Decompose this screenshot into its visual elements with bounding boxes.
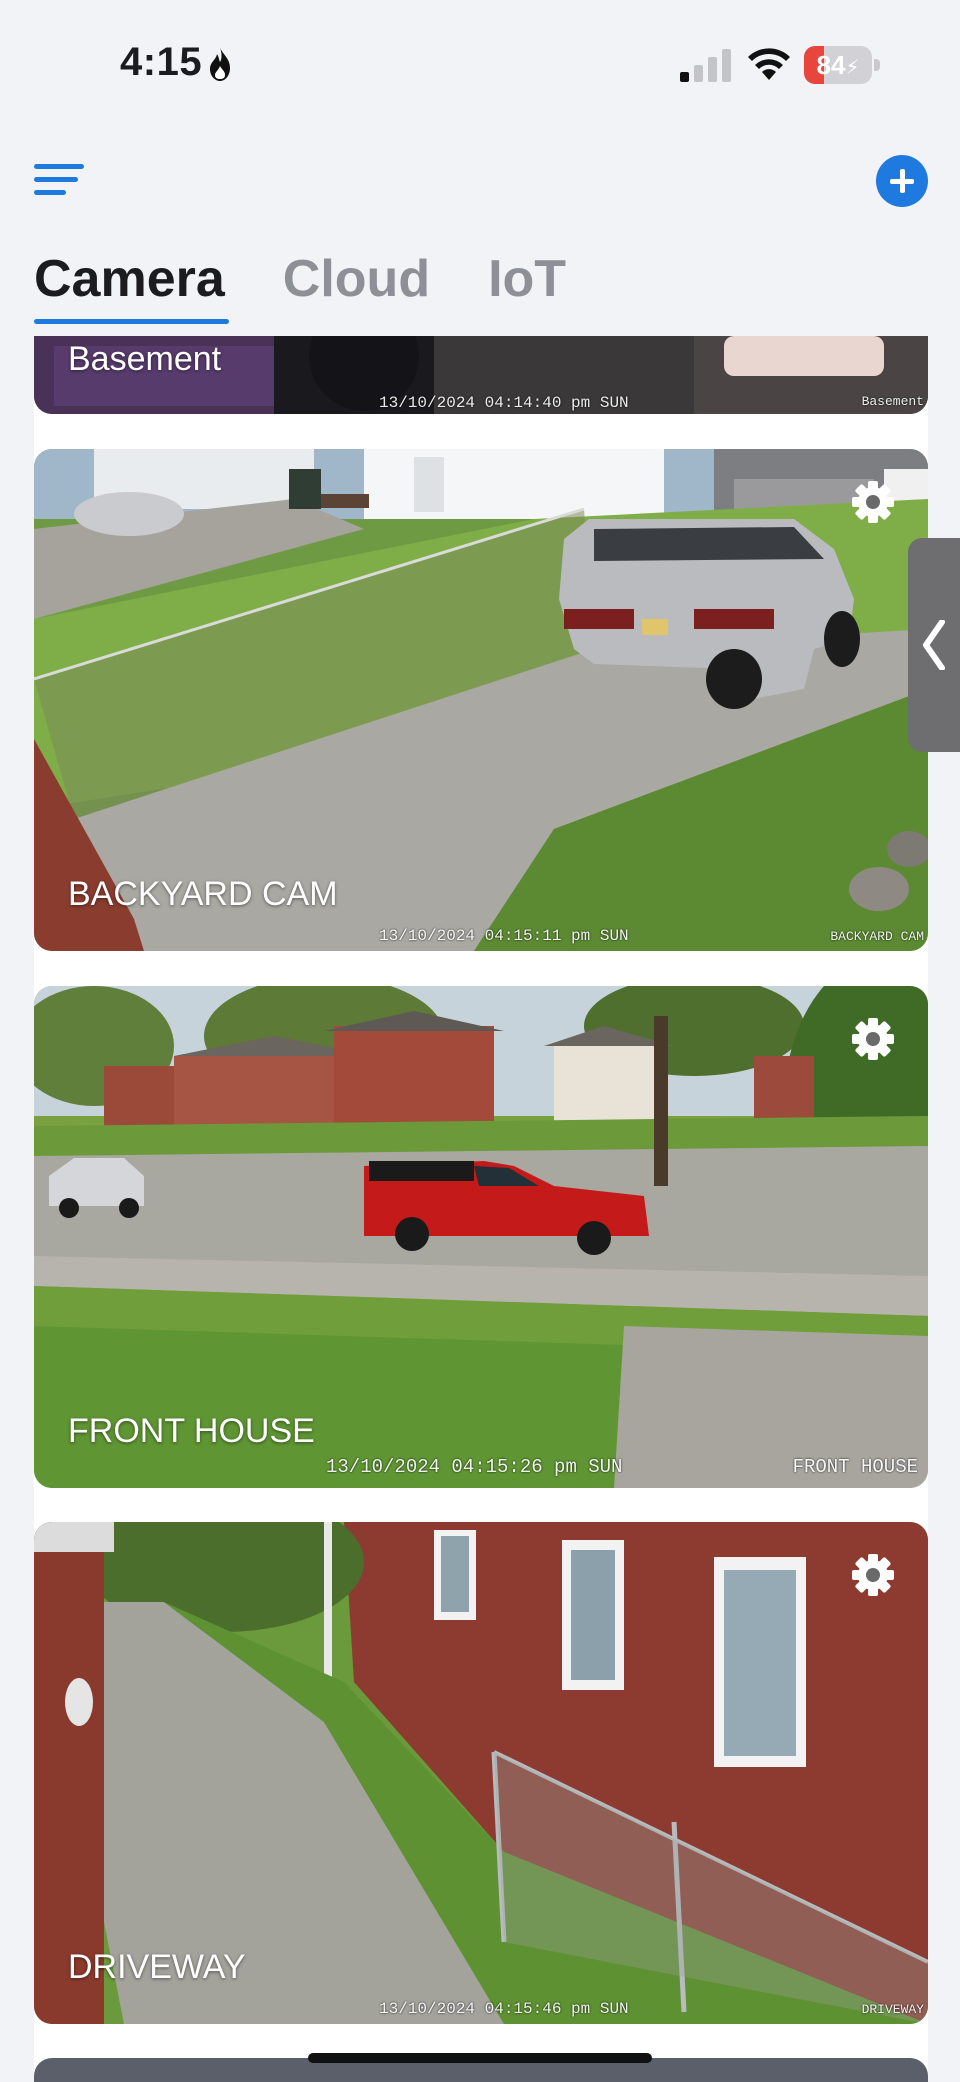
camera-name: DRIVEWAY (68, 1948, 246, 1986)
tab-iot[interactable]: IoT (488, 246, 566, 318)
camera-name: BACKYARD CAM (68, 875, 338, 913)
camera-timestamp: 13/10/2024 04:14:40 pm SUN (379, 394, 629, 412)
flame-icon (210, 47, 230, 81)
battery-indicator: 84⚡ (804, 46, 882, 84)
camera-card-basement[interactable]: Basement 13/10/2024 04:14:40 pm SUN Base… (34, 336, 928, 414)
camera-list[interactable]: Basement 13/10/2024 04:14:40 pm SUN Base… (0, 336, 960, 2082)
status-time: 4:15 (120, 40, 203, 84)
camera-osd-name: BACKYARD CAM (830, 929, 924, 944)
camera-osd-name: Basement (861, 394, 924, 409)
camera-card-backyard[interactable]: BACKYARD CAM 13/10/2024 04:15:11 pm SUN … (34, 449, 928, 951)
tab-camera[interactable]: Camera (34, 246, 229, 324)
menu-icon[interactable] (34, 164, 84, 200)
gear-icon[interactable] (850, 1016, 896, 1062)
cellular-signal-icon (680, 49, 731, 82)
wifi-icon (748, 48, 790, 80)
home-indicator[interactable] (308, 2053, 652, 2063)
camera-timestamp: 13/10/2024 04:15:26 pm SUN (326, 1456, 623, 1478)
side-panel-handle[interactable] (908, 538, 960, 752)
camera-card-driveway[interactable]: DRIVEWAY 13/10/2024 04:15:46 pm SUN DRIV… (34, 1522, 928, 2024)
gear-icon[interactable] (850, 1552, 896, 1598)
camera-timestamp: 13/10/2024 04:15:46 pm SUN (379, 2000, 629, 2018)
camera-osd-name: FRONT HOUSE (792, 1456, 918, 1478)
tab-bar: Camera Cloud IoT (34, 246, 624, 324)
camera-card-front-house[interactable]: FRONT HOUSE 13/10/2024 04:15:26 pm SUN F… (34, 986, 928, 1488)
tab-cloud[interactable]: Cloud (283, 246, 430, 318)
add-camera-button[interactable] (876, 155, 928, 207)
camera-osd-name: DRIVEWAY (861, 2002, 924, 2017)
camera-name: Basement (68, 340, 222, 378)
camera-timestamp: 13/10/2024 04:15:11 pm SUN (379, 927, 629, 945)
battery-level: 84⚡ (816, 50, 860, 80)
camera-name: FRONT HOUSE (68, 1412, 315, 1450)
chevron-left-icon (923, 620, 945, 670)
gear-icon[interactable] (850, 479, 896, 525)
status-bar: 4:15 84⚡ (0, 0, 960, 130)
